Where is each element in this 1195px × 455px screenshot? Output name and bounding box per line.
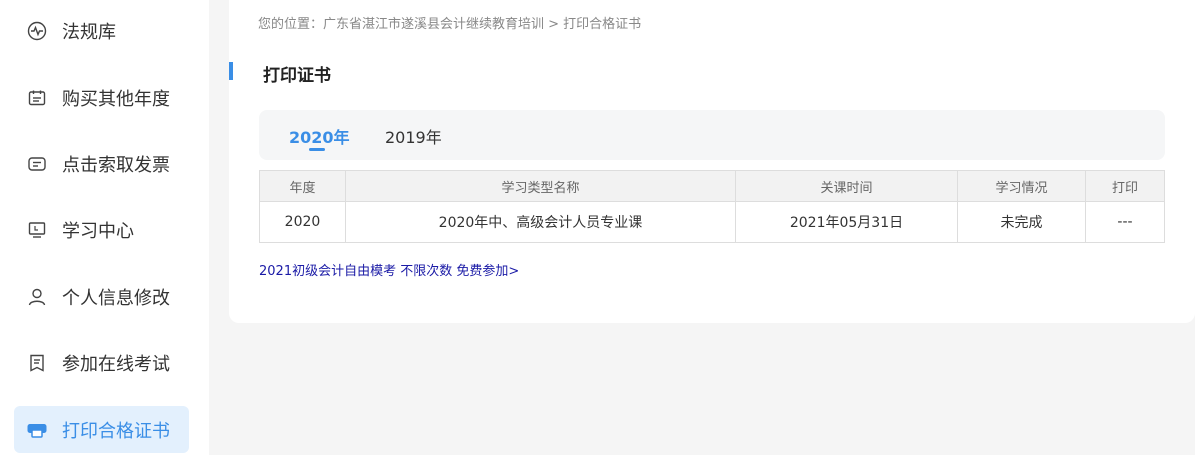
sidebar: 法规库 购买其他年度 点击索取发票 学习中心 个人信息修改 参加在线考试 打印合… <box>0 0 209 455</box>
tab-2020[interactable]: 2020年 <box>289 124 350 148</box>
monitor-icon <box>26 219 48 241</box>
sidebar-item-regulations[interactable]: 法规库 <box>14 7 189 54</box>
certificate-table: 年度 学习类型名称 关课时间 学习情况 打印 2020 2020年中、高级会计人… <box>259 170 1165 243</box>
year-tabs: 2020年 2019年 <box>259 110 1165 160</box>
sidebar-item-label: 参加在线考试 <box>62 353 170 375</box>
invoice-icon <box>26 153 48 175</box>
sidebar-item-profile-edit[interactable]: 个人信息修改 <box>14 273 189 320</box>
sidebar-item-label: 学习中心 <box>62 220 134 242</box>
sidebar-item-buy-other-years[interactable]: 购买其他年度 <box>14 74 189 121</box>
header-print: 打印 <box>1085 170 1165 202</box>
breadcrumb: 您的位置：广东省湛江市遂溪县会计继续教育培训 > 打印合格证书 <box>258 17 642 32</box>
cell-close-time: 2021年05月31日 <box>735 201 958 243</box>
active-tab-indicator <box>309 148 325 151</box>
calendar-icon <box>26 87 48 109</box>
table-header-row: 年度 学习类型名称 关课时间 学习情况 打印 <box>259 170 1165 202</box>
tab-2019[interactable]: 2019年 <box>385 124 442 148</box>
exam-icon <box>26 352 48 374</box>
cell-status: 未完成 <box>957 201 1086 243</box>
sidebar-item-online-exam[interactable]: 参加在线考试 <box>14 339 189 386</box>
user-icon <box>26 286 48 308</box>
sidebar-item-learning-center[interactable]: 学习中心 <box>14 206 189 253</box>
header-study-status: 学习情况 <box>957 170 1086 202</box>
printer-icon <box>26 419 48 441</box>
sidebar-item-label: 购买其他年度 <box>62 88 170 110</box>
sidebar-item-label: 打印合格证书 <box>62 420 170 442</box>
promo-mock-exam-link[interactable]: 2021初级会计自由模考 不限次数 免费参加> <box>259 260 519 279</box>
sidebar-item-label: 法规库 <box>62 21 116 43</box>
table-row: 2020 2020年中、高级会计人员专业课 2021年05月31日 未完成 --… <box>259 201 1165 243</box>
header-course-type: 学习类型名称 <box>345 170 736 202</box>
header-close-time: 关课时间 <box>735 170 958 202</box>
cell-print: --- <box>1085 201 1165 243</box>
sidebar-item-label: 个人信息修改 <box>62 287 170 309</box>
sidebar-item-label: 点击索取发票 <box>62 154 170 176</box>
page-title: 打印证书 <box>263 66 331 86</box>
cell-course-type: 2020年中、高级会计人员专业课 <box>345 201 736 243</box>
cell-year: 2020 <box>259 201 346 243</box>
pulse-icon <box>26 20 48 42</box>
header-year: 年度 <box>259 170 346 202</box>
title-accent-bar <box>229 62 233 80</box>
sidebar-item-print-certificate[interactable]: 打印合格证书 <box>14 406 189 453</box>
sidebar-item-request-invoice[interactable]: 点击索取发票 <box>14 140 189 187</box>
